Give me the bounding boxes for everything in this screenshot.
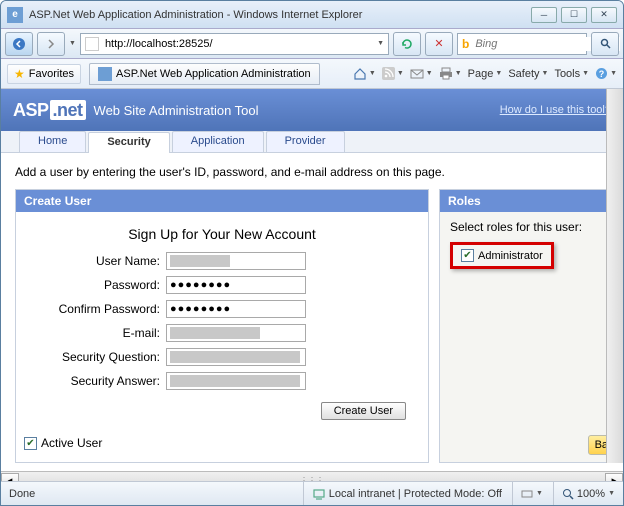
titlebar: e ASP.Net Web Application Administration… bbox=[1, 1, 623, 29]
safety-menu[interactable]: Safety▼ bbox=[508, 68, 548, 80]
page-icon bbox=[85, 37, 99, 51]
help-menu[interactable]: ?▼ bbox=[595, 67, 617, 80]
search-box[interactable]: b bbox=[457, 33, 587, 55]
create-user-panel: Create User Sign Up for Your New Account… bbox=[15, 189, 429, 463]
scroll-left-button[interactable]: ◄ bbox=[1, 473, 19, 482]
print-menu[interactable]: ▼ bbox=[439, 67, 462, 80]
favorites-label: Favorites bbox=[29, 68, 74, 80]
refresh-button[interactable] bbox=[393, 32, 421, 56]
active-user-checkbox[interactable]: ✔ bbox=[24, 437, 37, 450]
search-go-button[interactable] bbox=[591, 32, 619, 56]
bing-icon: b bbox=[462, 37, 469, 51]
label-answer: Security Answer: bbox=[26, 374, 166, 388]
role-highlight: ✔ Administrator bbox=[450, 242, 554, 269]
help-link[interactable]: How do I use this tool? bbox=[500, 104, 611, 116]
url-dropdown[interactable]: ▼ bbox=[377, 40, 384, 47]
label-email: E-mail: bbox=[26, 326, 166, 340]
label-question: Security Question: bbox=[26, 350, 166, 364]
roles-instruction: Select roles for this user: bbox=[450, 220, 598, 234]
scroll-track[interactable]: ⋮⋮⋮ bbox=[19, 476, 605, 481]
status-bar: Done Local intranet | Protected Mode: Of… bbox=[1, 481, 623, 505]
minimize-button[interactable]: ─ bbox=[531, 7, 557, 23]
forward-button[interactable] bbox=[37, 32, 65, 56]
role-admin-label: Administrator bbox=[478, 250, 543, 262]
star-icon: ★ bbox=[14, 67, 25, 81]
back-button[interactable] bbox=[5, 32, 33, 56]
email-field[interactable] bbox=[166, 324, 306, 342]
security-zone[interactable]: Local intranet | Protected Mode: Off bbox=[303, 482, 502, 505]
mail-menu[interactable]: ▼ bbox=[410, 68, 433, 80]
signup-heading: Sign Up for Your New Account bbox=[26, 226, 418, 242]
create-user-heading: Create User bbox=[16, 190, 428, 212]
maximize-button[interactable]: ☐ bbox=[561, 7, 587, 23]
favorites-bar: ★ Favorites ASP.Net Web Application Admi… bbox=[1, 59, 623, 89]
horizontal-scrollbar[interactable]: ◄ ⋮⋮⋮ ► bbox=[1, 471, 623, 481]
tab-title: ASP.Net Web Application Administration bbox=[116, 68, 311, 80]
tab-provider[interactable]: Provider bbox=[266, 131, 345, 152]
scroll-right-button[interactable]: ► bbox=[605, 473, 623, 482]
close-button[interactable]: ✕ bbox=[591, 7, 617, 23]
tab-home[interactable]: Home bbox=[19, 131, 86, 152]
label-confirm: Confirm Password: bbox=[26, 302, 166, 316]
compat-view[interactable]: ▼ bbox=[512, 482, 543, 505]
ie-favicon: e bbox=[7, 7, 23, 23]
nav-toolbar: ▼ ▼ ✕ b bbox=[1, 29, 623, 59]
create-user-button[interactable]: Create User bbox=[321, 402, 406, 420]
tab-application[interactable]: Application bbox=[172, 131, 264, 152]
browser-tab[interactable]: ASP.Net Web Application Administration bbox=[89, 63, 320, 85]
label-password: Password: bbox=[26, 278, 166, 292]
asp-tabs: Home Security Application Provider bbox=[1, 131, 623, 153]
window-title: ASP.Net Web Application Administration -… bbox=[29, 9, 531, 21]
instruction-text: Add a user by entering the user's ID, pa… bbox=[15, 165, 609, 179]
security-question-field[interactable] bbox=[166, 348, 306, 366]
svg-text:?: ? bbox=[599, 69, 605, 79]
status-text: Done bbox=[9, 488, 35, 500]
favorites-button[interactable]: ★ Favorites bbox=[7, 64, 81, 84]
role-admin-checkbox[interactable]: ✔ bbox=[461, 249, 474, 262]
roles-panel: Roles Select roles for this user: ✔ Admi… bbox=[439, 189, 609, 463]
confirm-password-field[interactable]: ●●●●●●●● bbox=[166, 300, 306, 318]
tab-security[interactable]: Security bbox=[88, 132, 169, 153]
zoom-icon bbox=[562, 488, 574, 500]
asp-logo: ASP.net bbox=[13, 100, 86, 121]
roles-heading: Roles bbox=[440, 190, 608, 212]
security-answer-field[interactable] bbox=[166, 372, 306, 390]
tools-menu[interactable]: Tools▼ bbox=[554, 68, 589, 80]
intranet-icon bbox=[312, 487, 326, 501]
tab-favicon bbox=[98, 67, 112, 81]
asp-tool-title: Web Site Administration Tool bbox=[94, 103, 259, 118]
nav-history-dropdown[interactable]: ▼ bbox=[69, 40, 76, 47]
page-menu[interactable]: Page▼ bbox=[468, 68, 503, 80]
feeds-menu[interactable]: ▼ bbox=[382, 67, 404, 80]
active-user-label: Active User bbox=[41, 436, 102, 450]
zoom-control[interactable]: 100% ▼ bbox=[553, 482, 615, 505]
asp-header: ASP.net Web Site Administration Tool How… bbox=[1, 89, 623, 131]
vertical-scrollbar[interactable] bbox=[606, 89, 623, 463]
stop-button[interactable]: ✕ bbox=[425, 32, 453, 56]
label-username: User Name: bbox=[26, 254, 166, 268]
address-bar[interactable]: ▼ bbox=[80, 33, 389, 55]
username-field[interactable] bbox=[166, 252, 306, 270]
home-menu[interactable]: ▼ bbox=[353, 67, 376, 81]
url-input[interactable] bbox=[103, 37, 373, 51]
password-field[interactable]: ●●●●●●●● bbox=[166, 276, 306, 294]
